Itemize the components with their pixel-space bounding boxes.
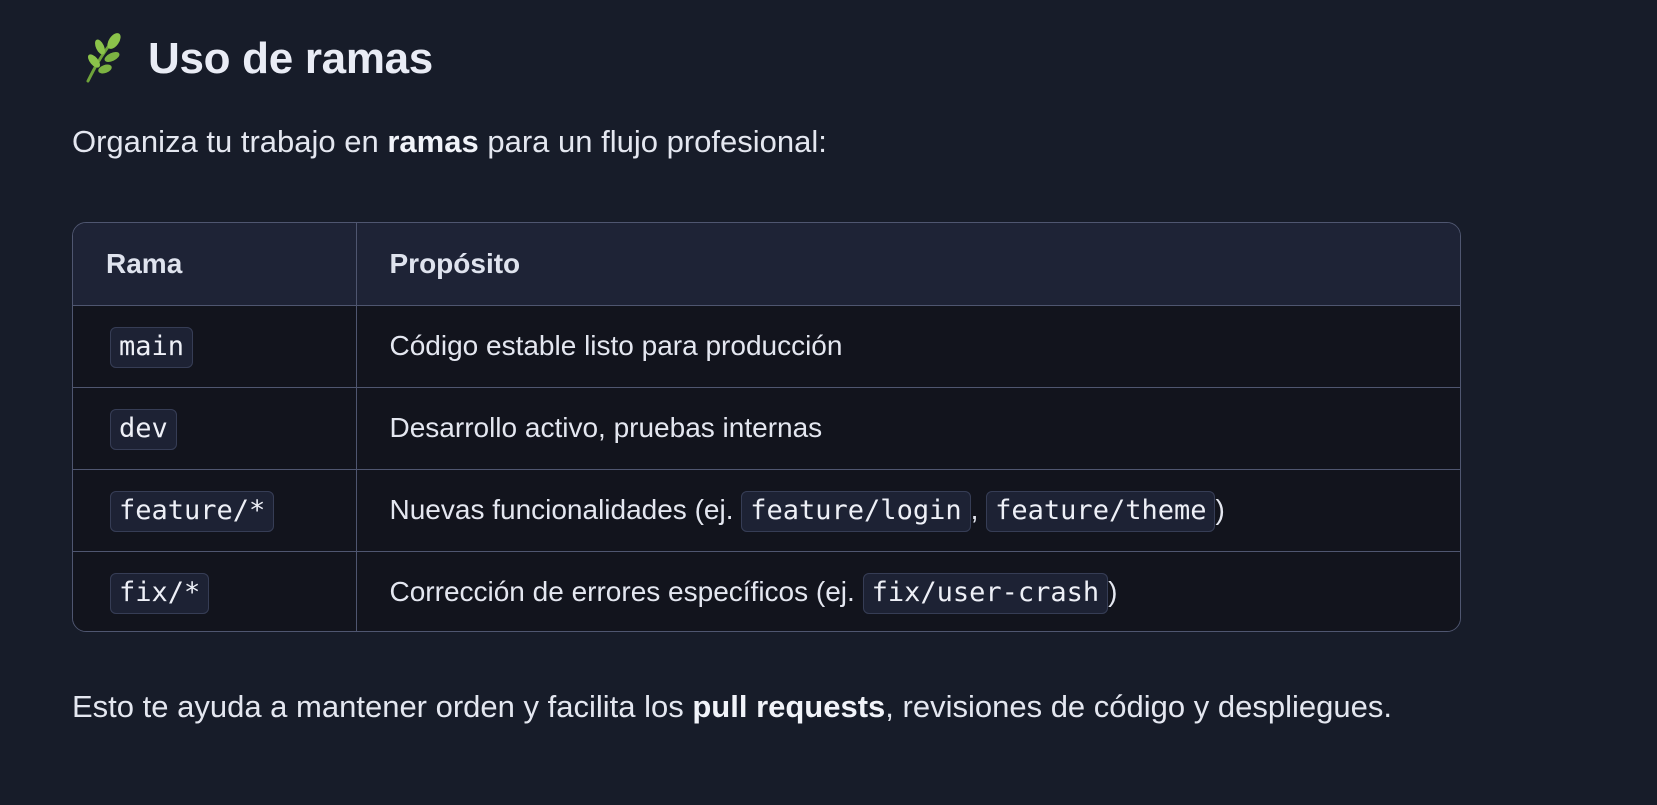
closing-paragraph: Esto te ayuda a mantener orden y facilit…: [72, 680, 1412, 733]
example-code: feature/login: [741, 491, 971, 532]
purpose-text: Código estable listo para producción: [389, 330, 843, 361]
column-header-branch: Rama: [73, 223, 357, 306]
purpose-cell: Código estable listo para producción: [356, 305, 1460, 388]
table-row: feature/* Nuevas funcionalidades (ej. fe…: [73, 469, 1460, 552]
separator-text: ,: [970, 494, 987, 525]
example-code: fix/user-crash: [862, 573, 1109, 615]
branch-code: main: [110, 327, 194, 368]
purpose-cell: Corrección de errores específicos (ej. f…: [356, 551, 1460, 631]
table-row: fix/* Corrección de errores específicos …: [73, 551, 1460, 631]
section-title: Uso de ramas: [148, 34, 433, 83]
intro-paragraph: Organiza tu trabajo en ramas para un flu…: [72, 124, 827, 160]
branch-cell: main: [73, 305, 357, 388]
suffix-text: ): [1215, 494, 1225, 525]
table-row: dev Desarrollo activo, pruebas internas: [73, 387, 1460, 470]
suffix-text: ): [1108, 576, 1118, 608]
branch-cell: feature/*: [73, 469, 357, 552]
branch-cell: fix/*: [73, 551, 357, 631]
purpose-cell: Desarrollo activo, pruebas internas: [356, 387, 1460, 470]
purpose-cell: Nuevas funcionalidades (ej. feature/logi…: [356, 469, 1460, 552]
closing-text-after: , revisiones de código y despliegues.: [885, 689, 1392, 724]
purpose-text: Nuevas funcionalidades (ej.: [389, 494, 742, 525]
branches-table: Rama Propósito main Código estable listo…: [72, 222, 1461, 632]
table-row: main Código estable listo para producció…: [73, 305, 1460, 388]
intro-text-after: para un flujo profesional:: [478, 124, 827, 159]
table-header-row: Rama Propósito: [73, 223, 1460, 306]
branch-code: feature/*: [110, 491, 275, 532]
branch-code: dev: [110, 409, 177, 450]
branch-code: fix/*: [110, 573, 210, 615]
column-header-purpose: Propósito: [356, 223, 1460, 306]
purpose-text: Desarrollo activo, pruebas internas: [389, 412, 823, 443]
branch-cell: dev: [73, 387, 357, 470]
herb-leaf-icon: [86, 33, 121, 83]
closing-bold-text: pull requests: [692, 689, 886, 724]
intro-bold-text: ramas: [387, 124, 479, 159]
intro-text-before: Organiza tu trabajo en: [72, 124, 388, 159]
section-heading: Uso de ramas: [80, 28, 433, 90]
purpose-text: Corrección de errores específicos (ej.: [389, 576, 863, 608]
closing-text-before: Esto te ayuda a mantener orden y facilit…: [72, 689, 693, 724]
example-code: feature/theme: [986, 491, 1216, 532]
